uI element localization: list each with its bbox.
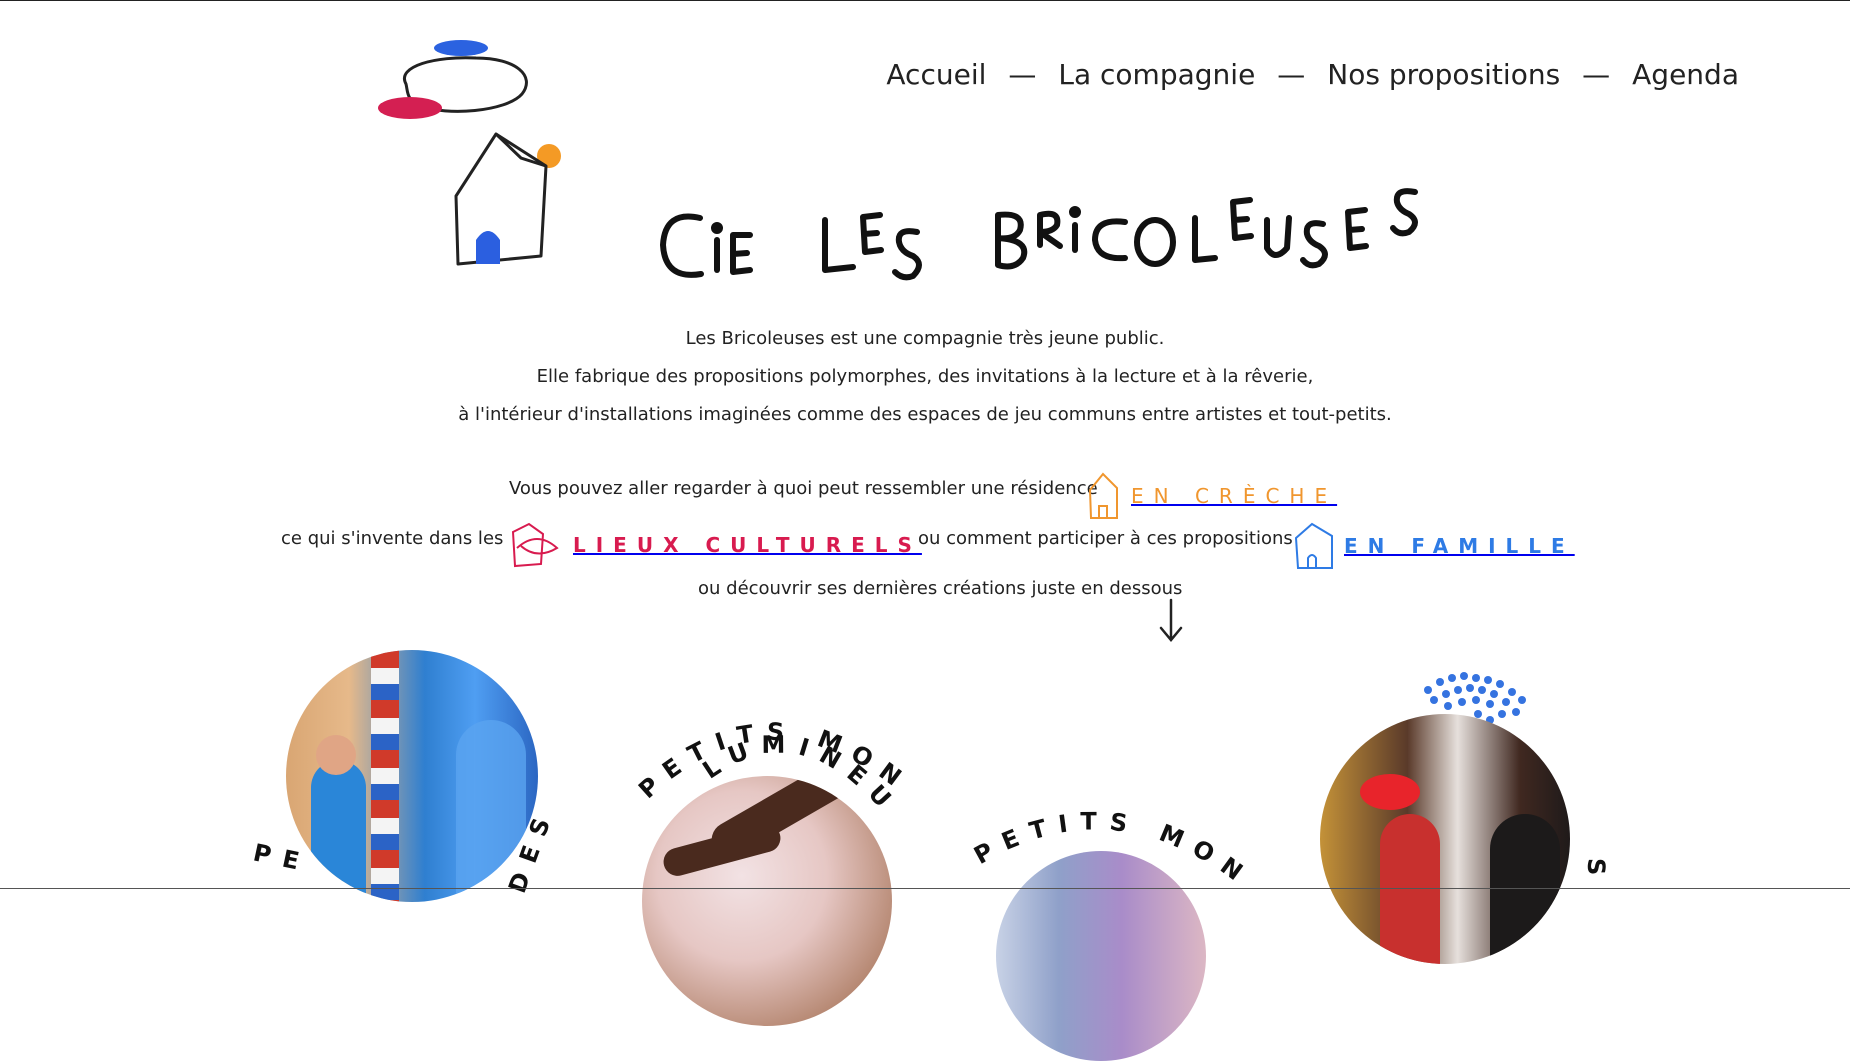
creche-intro: Vous pouvez aller regarder à quoi peut r… <box>509 478 1098 499</box>
show-card-1[interactable]: PE DES <box>240 640 580 902</box>
link-lieux-culturels-label: LIEUX CULTURELS <box>573 533 922 557</box>
show-card-2[interactable]: PETITS MONDES LUMINEUX <box>614 678 950 1026</box>
red-cloud-icon <box>378 97 442 119</box>
nav-accueil[interactable]: Accueil <box>886 58 986 91</box>
svg-text:PETITS MON: PETITS MON <box>969 807 1257 893</box>
intro-line: Elle fabrique des propositions polymorph… <box>536 366 1314 387</box>
brand-wordmark-svg <box>660 188 1418 281</box>
red-scribble-icon <box>511 522 559 568</box>
intro-line: Les Bricoleuses est une compagnie très j… <box>685 328 1165 349</box>
link-en-famille-label: EN FAMILLE <box>1344 534 1575 558</box>
link-lieux-culturels[interactable]: LIEUX CULTURELS <box>507 520 922 570</box>
show-card-4[interactable]: S <box>1300 670 1620 964</box>
link-en-creche-label: EN CRÈCHE <box>1131 484 1338 508</box>
link-en-creche[interactable]: EN CRÈCHE <box>1085 470 1337 522</box>
house-door-icon <box>476 231 500 264</box>
intro-line: à l'intérieur d'installations imaginées … <box>458 404 1392 425</box>
culturels-intro: ce qui s'invente dans les <box>281 528 504 549</box>
show-title-3: PETITS MON <box>969 807 1245 893</box>
blue-house-icon <box>1294 522 1333 569</box>
svg-text:DES: DES <box>503 803 560 897</box>
blue-cloud-icon <box>434 40 488 56</box>
show-title-1: PE DES <box>251 803 560 897</box>
intro-text: Les Bricoleuses est une compagnie très j… <box>0 320 1850 434</box>
nav-nos-propositions[interactable]: Nos propositions <box>1327 58 1560 91</box>
top-border <box>0 0 1850 1</box>
show-card-3[interactable]: PETITS MON <box>969 795 1246 1061</box>
nav-separator: — <box>1582 58 1611 91</box>
orange-house-icon <box>1088 472 1118 519</box>
show-title-4: S <box>1582 858 1610 887</box>
brand-wordmark <box>655 180 1455 290</box>
show-photo-4 <box>1320 714 1570 964</box>
nav-agenda[interactable]: Agenda <box>1632 58 1739 91</box>
nav-la-compagnie[interactable]: La compagnie <box>1058 58 1255 91</box>
svg-text:S: S <box>1582 858 1610 887</box>
nav-separator: — <box>1277 58 1306 91</box>
outro-text: ou découvrir ses dernières créations jus… <box>698 578 1183 599</box>
famille-intro: ou comment participer à ces propositions <box>918 528 1293 549</box>
nav-separator: — <box>1008 58 1037 91</box>
main-nav: Accueil — La compagnie — Nos proposition… <box>886 58 1739 91</box>
svg-text:PE: PE <box>251 838 314 877</box>
show-title-2: PETITS MONDES LUMINEUX <box>614 678 904 822</box>
down-arrow-icon[interactable] <box>1158 598 1184 644</box>
logo-house-icon[interactable] <box>376 36 576 276</box>
link-en-famille[interactable]: EN FAMILLE <box>1292 520 1575 572</box>
